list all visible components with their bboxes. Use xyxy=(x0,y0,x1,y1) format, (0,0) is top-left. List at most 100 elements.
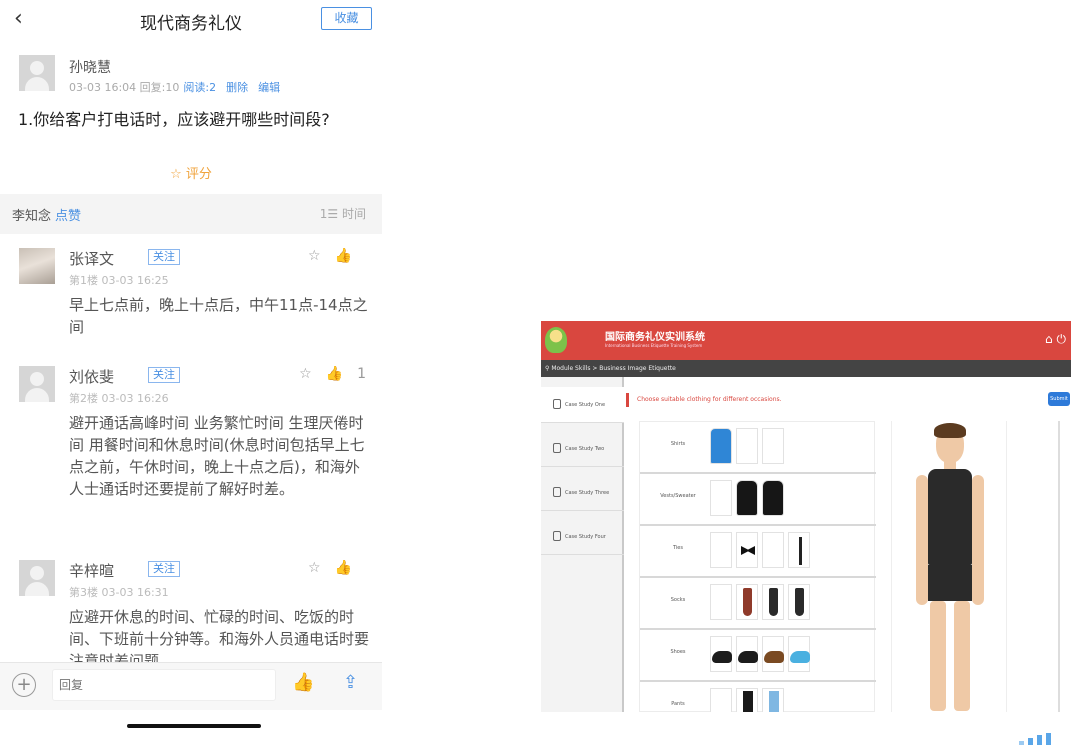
star-icon[interactable]: ☆ xyxy=(308,248,321,264)
shirt-item[interactable] xyxy=(762,428,784,464)
shoe-item[interactable] xyxy=(762,636,784,672)
reply-meta: 第1楼 03-03 16:25 xyxy=(69,274,169,287)
row-label: Pants xyxy=(671,701,685,707)
shirt-item[interactable] xyxy=(710,428,732,464)
avatar[interactable] xyxy=(19,560,55,596)
header-actions: ⌂ ⏻ xyxy=(1045,332,1066,347)
follow-button[interactable]: 关注 xyxy=(148,367,180,383)
reply-meta: 第3楼 03-03 16:31 xyxy=(69,586,169,599)
tab-case-study-four[interactable]: Case Study Four xyxy=(541,519,624,555)
home-icon[interactable]: ⌂ xyxy=(1045,332,1053,346)
avatar[interactable] xyxy=(19,366,55,402)
sock-item[interactable] xyxy=(736,584,758,620)
star-icon[interactable]: ☆ xyxy=(308,560,321,576)
scrollbar[interactable] xyxy=(1058,421,1060,712)
vest-item[interactable] xyxy=(710,480,732,516)
breadcrumb-text: Module Skills > Business Image Etiquette xyxy=(551,365,676,372)
tab-label: Case Study One xyxy=(565,402,606,408)
reply-actions: ☆ 👍 1 xyxy=(285,366,366,382)
like-action: 点赞 xyxy=(55,209,82,224)
clipboard-icon xyxy=(553,531,561,541)
shoe-item[interactable] xyxy=(788,636,810,672)
like-count: 1 xyxy=(357,366,366,382)
delete-link[interactable]: 删除 xyxy=(226,81,248,94)
reply-item: 刘依斐 关注 ☆ 👍 1 第2楼 03-03 16:26 避开通话高峰时间 业务繁忙… xyxy=(0,362,382,542)
mannequin-hair xyxy=(934,423,966,438)
mannequin-arm xyxy=(916,475,928,605)
row-label: Socks xyxy=(670,597,686,603)
star-icon: ☆ xyxy=(170,167,186,182)
sock-item[interactable] xyxy=(788,584,810,620)
star-icon[interactable]: ☆ xyxy=(299,366,312,382)
follow-button[interactable]: 关注 xyxy=(148,561,180,577)
mannequin-leg xyxy=(930,601,946,711)
sweater-item[interactable] xyxy=(762,480,784,516)
reply-item: 辛梓暄 关注 ☆ 👍 第3楼 03-03 16:31 应避开休息的时间、忙碌的时间… xyxy=(0,556,382,662)
training-system-screenshot: 国际商务礼仪实训系统 International Business Etique… xyxy=(541,321,1071,712)
wardrobe-row-shoes: Shoes xyxy=(640,630,876,682)
tie-item[interactable] xyxy=(762,532,784,568)
likes-bar: 李知念 点赞 1☰ 时间 xyxy=(0,194,382,234)
tie-item[interactable] xyxy=(788,532,810,568)
sort-label: 时间 xyxy=(341,207,366,221)
reply-author[interactable]: 张译文 xyxy=(69,248,114,269)
app-title: 国际商务礼仪实训系统 xyxy=(605,332,705,343)
reply-author[interactable]: 刘依斐 xyxy=(69,366,114,387)
row-label: Ties xyxy=(673,545,683,551)
mannequin-shorts xyxy=(928,565,972,601)
pants-item[interactable] xyxy=(736,688,758,712)
read-count[interactable]: 阅读:2 xyxy=(183,81,216,94)
edit-link[interactable]: 编辑 xyxy=(258,81,280,94)
sock-item[interactable] xyxy=(710,584,732,620)
row-label: Shirts xyxy=(670,441,686,447)
tab-case-study-three[interactable]: Case Study Three xyxy=(541,475,624,511)
wardrobe-row-pants: Pants xyxy=(640,682,876,712)
tab-label: Case Study Three xyxy=(565,490,610,496)
reply-bar: + 👍 ⇪ xyxy=(0,662,382,710)
task-instruction: Choose suitable clothing for different o… xyxy=(626,393,782,407)
case-study-sidebar: Case Study One Case Study Two Case Study… xyxy=(541,377,624,712)
thumbs-up-icon[interactable]: 👍 xyxy=(292,672,314,693)
follow-button[interactable]: 关注 xyxy=(148,249,180,265)
shirt-item[interactable] xyxy=(736,428,758,464)
thumbs-up-icon[interactable]: 👍 xyxy=(335,560,352,576)
mannequin-arm xyxy=(972,475,984,605)
thumbs-up-icon[interactable]: 👍 xyxy=(326,366,343,382)
avatar[interactable] xyxy=(19,248,55,284)
post-question: 1.你给客户打电话时，应该避开哪些时间段? xyxy=(18,110,330,129)
avatar[interactable] xyxy=(19,55,55,91)
app-logo xyxy=(545,327,567,353)
bow-tie-item[interactable] xyxy=(736,532,758,568)
exit-icon[interactable]: ⏻ xyxy=(1057,332,1067,346)
tab-case-study-one[interactable]: Case Study One xyxy=(541,387,624,423)
favorite-button[interactable]: 收藏 xyxy=(321,7,372,30)
thumbs-up-icon[interactable]: 👍 xyxy=(335,248,352,264)
sort-icon: 1☰ xyxy=(319,207,342,221)
home-indicator xyxy=(127,724,261,728)
shoe-item[interactable] xyxy=(710,636,732,672)
clipboard-icon xyxy=(553,399,561,409)
submit-button[interactable]: Submit xyxy=(1048,392,1070,406)
share-icon[interactable]: ⇪ xyxy=(343,672,358,693)
plus-icon[interactable]: + xyxy=(12,673,36,697)
rate-button[interactable]: ☆ 评分 xyxy=(0,163,382,182)
pants-item[interactable] xyxy=(762,688,784,712)
sock-item[interactable] xyxy=(762,584,784,620)
corner-logo xyxy=(1019,733,1059,745)
reply-body: 避开通话高峰时间 业务繁忙时间 生理厌倦时间 用餐时间和休息时间(休息时间包括早… xyxy=(69,414,365,498)
wardrobe-row-shirts: Shirts xyxy=(640,422,876,474)
like-user[interactable]: 李知念 xyxy=(12,209,51,224)
rate-label: 评分 xyxy=(185,167,212,182)
tie-item[interactable] xyxy=(710,532,732,568)
post-author[interactable]: 孙晓慧 xyxy=(69,57,111,77)
reply-author[interactable]: 辛梓暄 xyxy=(69,560,114,581)
tab-case-study-two[interactable]: Case Study Two xyxy=(541,431,624,467)
shoe-item[interactable] xyxy=(736,636,758,672)
pants-item[interactable] xyxy=(710,688,732,712)
sort-toggle[interactable]: 1☰ 时间 xyxy=(320,205,366,222)
post-meta-text: 03-03 16:04 回复:10 xyxy=(69,81,180,94)
clipboard-icon xyxy=(553,487,561,497)
vest-item[interactable] xyxy=(736,480,758,516)
reply-input[interactable] xyxy=(52,669,276,701)
breadcrumb: ⚲ Module Skills > Business Image Etiquet… xyxy=(541,360,1071,377)
